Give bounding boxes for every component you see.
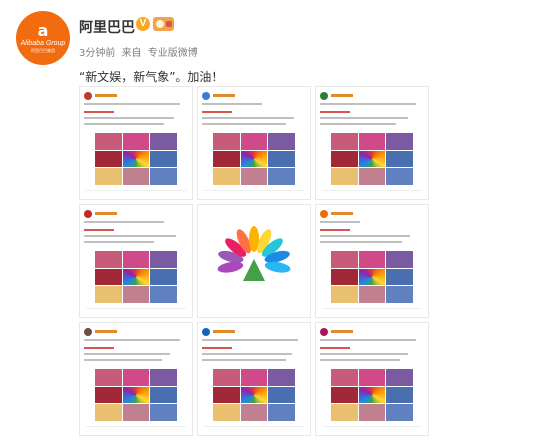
post-source-prefix: 来自 (121, 48, 142, 59)
post-source-link[interactable]: 专业版微博 (148, 48, 198, 59)
screenshot-photo-grid (213, 369, 295, 421)
screenshot-text-line (202, 111, 232, 113)
screenshot-header (320, 210, 390, 218)
screenshot-text-line (202, 339, 298, 341)
image-thumbnail-7[interactable] (79, 322, 193, 436)
image-thumbnail-1[interactable] (79, 86, 193, 200)
image-thumbnail-2[interactable] (197, 86, 311, 200)
screenshot-text-line (84, 123, 164, 125)
image-thumbnail-8[interactable] (197, 322, 311, 436)
post-meta: 3分钟前 来自 专业版微博 (79, 44, 201, 59)
screenshot-text-line (84, 339, 180, 341)
screenshot-text-line (84, 347, 114, 349)
verified-badge-icon[interactable]: V (136, 17, 150, 31)
peacock-logo-image[interactable] (197, 204, 311, 318)
image-thumbnail-4[interactable] (79, 204, 193, 318)
user-name-link[interactable]: 阿里巴巴 (79, 17, 135, 37)
screenshot-text-line (320, 117, 408, 119)
screenshot-header (202, 92, 272, 100)
screenshot-text-line (320, 221, 360, 223)
screenshot-photo-grid (331, 133, 413, 185)
peacock-logo-icon (217, 226, 291, 281)
post-text: “新文娱，新气象”。加油！ (79, 70, 224, 84)
screenshot-footer (86, 426, 186, 431)
screenshot-photo-grid (95, 369, 177, 421)
screenshot-footer (322, 308, 422, 313)
screenshot-text-line (84, 103, 180, 105)
screenshot-text-line (320, 359, 400, 361)
screenshot-footer (86, 190, 186, 195)
screenshot-text-line (320, 241, 402, 243)
screenshot-text-line (320, 353, 408, 355)
image-thumbnail-3[interactable] (315, 86, 429, 200)
screenshot-text-line (202, 123, 286, 125)
screenshot-text-line (320, 235, 410, 237)
avatar-brand-subtext: 阿里巴巴集团 (31, 48, 55, 53)
screenshot-text-line (320, 339, 416, 341)
screenshot-text-line (202, 353, 292, 355)
alibaba-logo-icon: a (37, 21, 49, 40)
screenshot-header (84, 92, 154, 100)
screenshot-text-line (84, 359, 162, 361)
screenshot-text-line (320, 229, 350, 231)
avatar[interactable]: a Alibaba Group 阿里巴巴集团 (16, 11, 70, 65)
screenshot-footer (322, 426, 422, 431)
member-badge-icon[interactable] (153, 17, 174, 31)
screenshot-text-line (320, 103, 416, 105)
screenshot-header (320, 328, 390, 336)
screenshot-footer (86, 308, 186, 313)
screenshot-text-line (84, 229, 114, 231)
avatar-brand-text: Alibaba Group (20, 40, 66, 47)
screenshot-text-line (320, 347, 350, 349)
screenshot-text-line (84, 221, 164, 223)
post-time-link[interactable]: 3分钟前 (79, 48, 115, 59)
screenshot-header (320, 92, 390, 100)
screenshot-photo-grid (331, 251, 413, 303)
screenshot-text-line (202, 347, 232, 349)
screenshot-text-line (202, 103, 262, 105)
screenshot-photo-grid (95, 251, 177, 303)
screenshot-text-line (84, 241, 154, 243)
image-grid (79, 86, 429, 436)
screenshot-text-line (84, 235, 176, 237)
screenshot-text-line (84, 117, 174, 119)
screenshot-text-line (84, 111, 114, 113)
image-thumbnail-9[interactable] (315, 322, 429, 436)
screenshot-photo-grid (213, 133, 295, 185)
screenshot-footer (204, 426, 304, 431)
screenshot-photo-grid (331, 369, 413, 421)
screenshot-footer (204, 190, 304, 195)
screenshot-header (84, 210, 154, 218)
screenshot-photo-grid (95, 133, 177, 185)
screenshot-text-line (202, 117, 294, 119)
screenshot-header (202, 328, 272, 336)
screenshot-text-line (202, 359, 286, 361)
image-thumbnail-6[interactable] (315, 204, 429, 318)
screenshot-text-line (320, 123, 396, 125)
screenshot-text-line (84, 353, 170, 355)
screenshot-text-line (320, 111, 350, 113)
screenshot-header (84, 328, 154, 336)
screenshot-footer (322, 190, 422, 195)
